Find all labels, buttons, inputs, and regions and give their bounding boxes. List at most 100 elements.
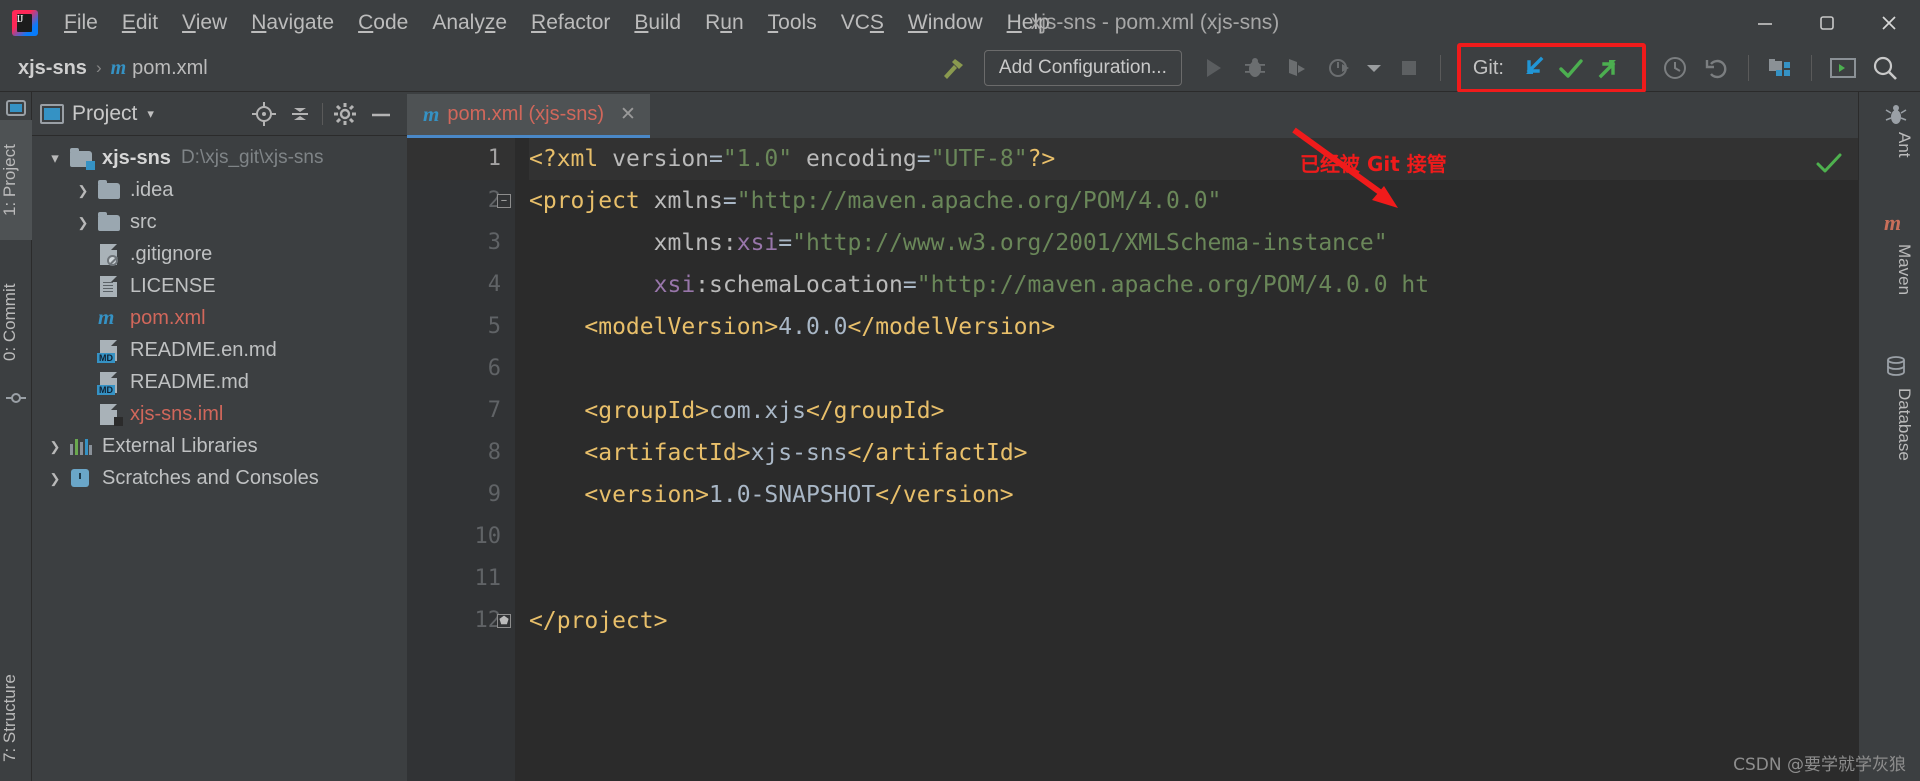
- tree-toggle-icon[interactable]: [70, 182, 96, 199]
- menu-item-window[interactable]: Window: [896, 9, 995, 37]
- breadcrumb-file[interactable]: pom.xml: [132, 57, 208, 80]
- close-button[interactable]: [1858, 0, 1920, 45]
- menu-item-vcs[interactable]: VCS: [829, 9, 896, 37]
- line-number[interactable]: 10: [407, 516, 515, 558]
- editor-tab-label: pom.xml (xjs-sns): [447, 103, 605, 125]
- line-number[interactable]: 6: [407, 348, 515, 390]
- line-number[interactable]: 3: [407, 222, 515, 264]
- sidebar-item-maven[interactable]: Maven: [1894, 244, 1914, 295]
- code-line[interactable]: <modelVersion>4.0.0</modelVersion>: [529, 306, 1858, 348]
- sidebar-item-project[interactable]: 1: Project: [0, 120, 32, 240]
- code-token: ?>: [1027, 146, 1056, 172]
- code-line[interactable]: <?xml version="1.0" encoding="UTF-8"?>: [529, 138, 1858, 180]
- line-number[interactable]: 9: [407, 474, 515, 516]
- line-number[interactable]: 1: [407, 138, 515, 180]
- menu-item-refactor[interactable]: Refactor: [519, 9, 622, 37]
- sidebar-item-ant[interactable]: Ant: [1894, 132, 1914, 158]
- menu-item-code[interactable]: Code: [346, 9, 420, 37]
- maximize-button[interactable]: [1796, 0, 1858, 45]
- code-content[interactable]: <?xml version="1.0" encoding="UTF-8"?> <p…: [515, 138, 1858, 781]
- ant-icon: [1884, 102, 1908, 126]
- run-icon[interactable]: [1192, 48, 1234, 88]
- code-fold-toggle-icon[interactable]: ⬟: [495, 600, 513, 642]
- tree-node[interactable]: MD README.en.md: [32, 334, 407, 366]
- folder-icon: [96, 179, 122, 201]
- code-line[interactable]: [529, 516, 1858, 558]
- stop-icon[interactable]: [1388, 48, 1430, 88]
- tree-node[interactable]: xjs-sns.iml: [32, 398, 407, 430]
- line-number[interactable]: 7: [407, 390, 515, 432]
- tree-toggle-icon[interactable]: [70, 214, 96, 231]
- tree-node[interactable]: .gitignore: [32, 238, 407, 270]
- profiler-icon[interactable]: [1318, 48, 1360, 88]
- line-number[interactable]: 4: [407, 264, 515, 306]
- minimize-button[interactable]: [1734, 0, 1796, 45]
- tree-toggle-icon[interactable]: [42, 149, 68, 167]
- code-fold-toggle-icon[interactable]: −: [495, 180, 513, 222]
- code-line[interactable]: xmlns:xsi="http://www.w3.org/2001/XMLSch…: [529, 222, 1858, 264]
- code-line[interactable]: <groupId>com.xjs</groupId>: [529, 390, 1858, 432]
- breadcrumb-project[interactable]: xjs-sns: [18, 57, 87, 80]
- menu-item-run[interactable]: Run: [693, 9, 756, 37]
- sidebar-item-database[interactable]: Database: [1894, 388, 1914, 461]
- close-icon[interactable]: ✕: [620, 103, 636, 126]
- debug-icon[interactable]: [1234, 48, 1276, 88]
- line-number[interactable]: 11: [407, 558, 515, 600]
- code-line[interactable]: <artifactId>xjs-sns</artifactId>: [529, 432, 1858, 474]
- tree-node[interactable]: xjs-sns D:\xjs_git\xjs-sns: [32, 142, 407, 174]
- push-arrow-icon[interactable]: [1590, 53, 1628, 83]
- tree-node[interactable]: LICENSE: [32, 270, 407, 302]
- editor-tab-pom-xml[interactable]: m pom.xml (xjs-sns) ✕: [407, 94, 650, 138]
- commit-check-icon[interactable]: [1552, 53, 1590, 83]
- terminal-icon[interactable]: [1822, 48, 1864, 88]
- git-actions-highlight: Git:: [1456, 43, 1646, 93]
- update-project-arrow-icon[interactable]: [1514, 53, 1552, 83]
- run-with-coverage-icon[interactable]: [1276, 48, 1318, 88]
- hide-panel-icon[interactable]: [363, 98, 399, 130]
- sidebar-item-commit[interactable]: 0: Commit: [0, 262, 32, 382]
- project-tree[interactable]: xjs-sns D:\xjs_git\xjs-sns .idea src .gitign…: [32, 136, 407, 494]
- history-clock-icon[interactable]: [1654, 48, 1696, 88]
- build-hammer-icon[interactable]: [932, 48, 974, 88]
- project-structure-icon[interactable]: [1759, 48, 1801, 88]
- line-number[interactable]: 5: [407, 306, 515, 348]
- menu-item-navigate[interactable]: Navigate: [239, 9, 346, 37]
- menu-item-file[interactable]: File: [52, 9, 110, 37]
- code-line[interactable]: [529, 558, 1858, 600]
- tree-toggle-icon[interactable]: [42, 438, 68, 455]
- code-token: <project: [529, 188, 654, 214]
- menu-item-analyze[interactable]: Analyze: [420, 9, 519, 37]
- menu-item-edit[interactable]: Edit: [110, 9, 170, 37]
- code-line[interactable]: xsi:schemaLocation="http://maven.apache.…: [529, 264, 1858, 306]
- settings-gear-icon[interactable]: [327, 98, 363, 130]
- code-viewport[interactable]: 1 2−3 4 5 6 7 8 9 10 11 12 ⬟ <?xml version="1.0" en…: [407, 138, 1858, 781]
- code-line[interactable]: <version>1.0-SNAPSHOT</version>: [529, 474, 1858, 516]
- tree-node[interactable]: src: [32, 206, 407, 238]
- line-number-gutter[interactable]: 1 2−3 4 5 6 7 8 9 10 11 12 ⬟: [407, 138, 515, 781]
- tree-node[interactable]: .idea: [32, 174, 407, 206]
- tree-toggle-icon[interactable]: [42, 470, 68, 487]
- rollback-undo-icon[interactable]: [1696, 48, 1738, 88]
- chevron-down-icon[interactable]: [1360, 48, 1388, 88]
- chevron-down-icon[interactable]: ▾: [147, 106, 154, 122]
- collapse-all-icon[interactable]: [282, 98, 318, 130]
- menu-item-view[interactable]: View: [170, 9, 239, 37]
- search-everywhere-icon[interactable]: [1864, 48, 1906, 88]
- sidebar-item-structure[interactable]: 7: Structure: [0, 648, 32, 781]
- database-icon: [1884, 354, 1908, 378]
- code-line[interactable]: [529, 348, 1858, 390]
- project-panel-title[interactable]: Project: [72, 102, 137, 126]
- tree-node[interactable]: m pom.xml: [32, 302, 407, 334]
- add-configuration-button[interactable]: Add Configuration...: [983, 50, 1182, 86]
- menu-item-tools[interactable]: Tools: [756, 9, 829, 37]
- code-line[interactable]: <project xmlns="http://maven.apache.org/…: [529, 180, 1858, 222]
- inspection-ok-check-icon[interactable]: [1814, 148, 1844, 185]
- locate-icon[interactable]: [246, 98, 282, 130]
- tree-node[interactable]: MD README.md: [32, 366, 407, 398]
- menu-item-help[interactable]: Help: [995, 9, 1062, 37]
- tree-node[interactable]: External Libraries: [32, 430, 407, 462]
- code-line[interactable]: </project>: [529, 600, 1858, 642]
- line-number[interactable]: 8: [407, 432, 515, 474]
- menu-item-build[interactable]: Build: [622, 9, 693, 37]
- tree-node[interactable]: Scratches and Consoles: [32, 462, 407, 494]
